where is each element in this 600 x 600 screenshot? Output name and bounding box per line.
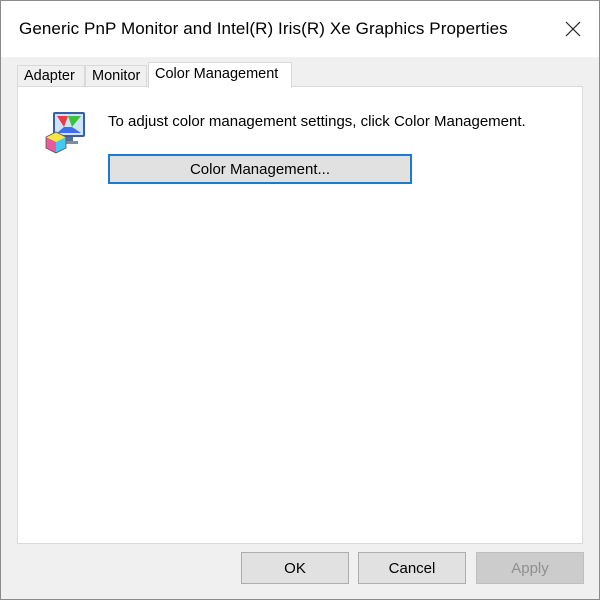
tab-panel-color-management: To adjust color management settings, cli… xyxy=(17,86,583,544)
tab-monitor[interactable]: Monitor xyxy=(85,65,147,87)
close-icon xyxy=(565,21,581,37)
title-bar: Generic PnP Monitor and Intel(R) Iris(R)… xyxy=(1,1,599,57)
ok-button[interactable]: OK xyxy=(241,552,349,584)
tab-adapter[interactable]: Adapter xyxy=(17,65,85,87)
cancel-button[interactable]: Cancel xyxy=(358,552,466,584)
color-management-description: To adjust color management settings, cli… xyxy=(108,113,526,130)
apply-button[interactable]: Apply xyxy=(476,552,584,584)
tab-color-management[interactable]: Color Management xyxy=(148,62,292,88)
window-title: Generic PnP Monitor and Intel(R) Iris(R)… xyxy=(19,19,508,38)
color-management-icon xyxy=(45,112,85,154)
properties-dialog: Generic PnP Monitor and Intel(R) Iris(R)… xyxy=(0,0,600,600)
close-button[interactable] xyxy=(553,9,593,49)
color-management-button[interactable]: Color Management... xyxy=(108,154,412,184)
